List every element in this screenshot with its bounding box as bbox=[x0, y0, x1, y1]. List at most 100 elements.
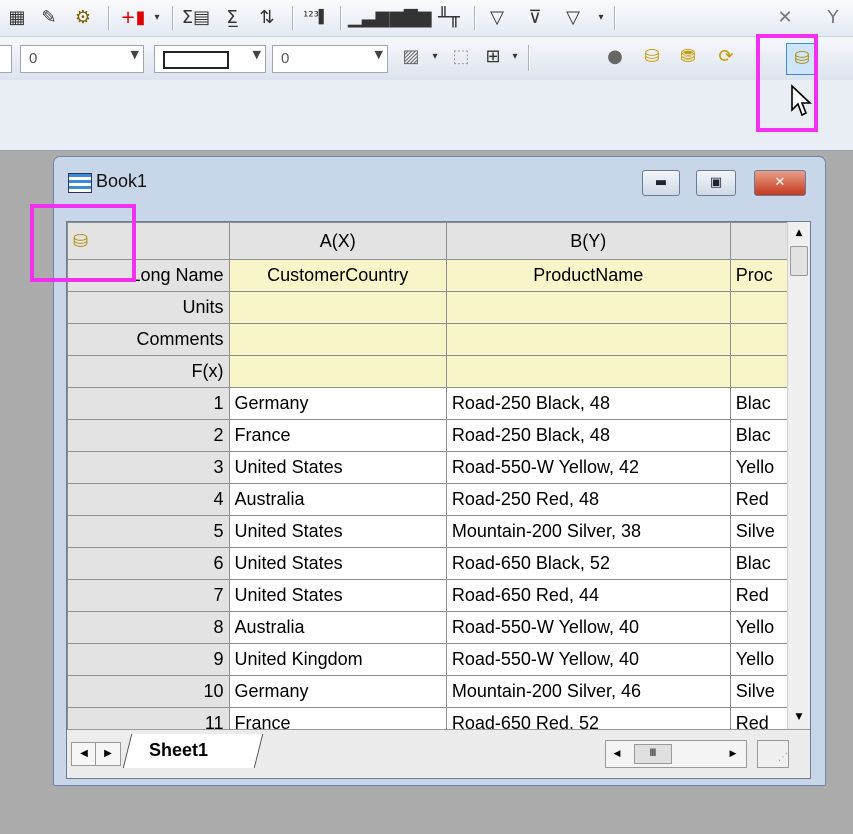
row-number[interactable]: 4 bbox=[67, 483, 230, 516]
pattern-icon[interactable]: ▨ bbox=[394, 43, 428, 71]
cell-country[interactable]: Australia bbox=[228, 611, 447, 644]
row-number[interactable]: 3 bbox=[67, 451, 230, 484]
sort-icon[interactable]: ⇅ bbox=[252, 4, 282, 32]
cell-country[interactable]: United States bbox=[228, 547, 447, 580]
db-refresh-icon[interactable]: ⟳ bbox=[710, 43, 742, 71]
resize-grip-icon[interactable]: ⋰ bbox=[757, 740, 789, 768]
merge-cells-icon[interactable]: ⊞ bbox=[478, 43, 508, 71]
cell-product[interactable]: Road-550-W Yellow, 40 bbox=[445, 611, 731, 644]
statistics-icon[interactable]: Σ̲ bbox=[216, 4, 248, 32]
long-name-cell[interactable]: ProductName bbox=[445, 259, 731, 292]
stat-chart-icon[interactable]: ╨╥ bbox=[432, 4, 466, 32]
cell-product[interactable]: Mountain-200 Silver, 46 bbox=[445, 675, 731, 708]
filter-icon[interactable]: ▽ bbox=[482, 4, 512, 32]
row-number[interactable]: 10 bbox=[67, 675, 230, 708]
next-sheet-icon[interactable]: ▶ bbox=[95, 742, 121, 766]
row-number[interactable]: 5 bbox=[67, 515, 230, 548]
cell-product[interactable]: Road-250 Black, 48 bbox=[445, 419, 731, 452]
long-name-cell[interactable]: CustomerCountry bbox=[228, 259, 447, 292]
cell-country[interactable]: United States bbox=[228, 579, 447, 612]
reapply-filter-icon[interactable]: ▽ bbox=[558, 4, 588, 32]
filter-y-icon[interactable]: Y bbox=[818, 4, 848, 32]
vertical-scrollbar[interactable]: ▲ ▼ bbox=[787, 222, 810, 730]
row-number[interactable]: 7 bbox=[67, 579, 230, 612]
restore-icon: ▣ bbox=[709, 175, 723, 190]
horizontal-scrollbar[interactable]: ◀ Ⅲ ▶ bbox=[605, 740, 747, 768]
horizontal-scroll-thumb[interactable]: Ⅲ bbox=[634, 744, 672, 764]
cell-country[interactable]: Germany bbox=[228, 387, 447, 420]
cell-country[interactable]: Australia bbox=[228, 483, 447, 516]
chevron-down-icon[interactable]: ▾ bbox=[428, 43, 442, 71]
scroll-down-icon[interactable]: ▼ bbox=[790, 708, 808, 726]
line-style-combo[interactable]: ▼ bbox=[154, 45, 266, 73]
line-width-combo[interactable]: 0 ▼ bbox=[272, 45, 388, 73]
partial-combo[interactable] bbox=[0, 45, 12, 73]
chevron-down-icon[interactable]: ▼ bbox=[375, 48, 383, 61]
column-chart-icon[interactable]: ▆▇▆ bbox=[390, 4, 432, 32]
sheet-tab-label[interactable]: Sheet1 bbox=[149, 740, 208, 761]
prev-sheet-icon[interactable]: ◀ bbox=[71, 742, 97, 766]
toolbar-options-icon[interactable]: ▾ bbox=[508, 43, 522, 71]
bar-chart-icon[interactable]: ▁▃▆ bbox=[348, 4, 390, 32]
cell-product[interactable]: Road-250 Black, 48 bbox=[445, 387, 731, 420]
row-label-units[interactable]: Units bbox=[67, 291, 230, 324]
db-open-icon[interactable]: ⛃ bbox=[672, 43, 704, 71]
cell-country[interactable]: United Kingdom bbox=[228, 643, 447, 676]
cell-product[interactable]: Road-550-W Yellow, 40 bbox=[445, 643, 731, 676]
border-icon[interactable]: ⬚ bbox=[446, 43, 476, 71]
worksheet-icon[interactable]: ▦ bbox=[4, 4, 30, 32]
db-query-icon[interactable]: ⛁ bbox=[636, 43, 668, 71]
row-number[interactable]: 1 bbox=[67, 387, 230, 420]
data-table: ⛁ A(X) B(Y) Long Name CustomerCountry Pr… bbox=[67, 222, 810, 740]
cell-product[interactable]: Road-250 Red, 48 bbox=[445, 483, 731, 516]
fx-cell[interactable] bbox=[445, 355, 731, 388]
workbook-icon bbox=[68, 173, 92, 193]
cell-product[interactable]: Road-650 Black, 52 bbox=[445, 547, 731, 580]
cell-product[interactable]: Mountain-200 Silver, 38 bbox=[445, 515, 731, 548]
column-header-row: ⛁ A(X) B(Y) bbox=[67, 222, 810, 260]
workbook-window[interactable]: Book1 ▬ ▣ ✕ ⛁ A(X) B(Y) Long Name Custom… bbox=[53, 156, 826, 786]
close-x-icon[interactable]: ✕ bbox=[770, 4, 800, 32]
toolbar-options-icon[interactable]: ▾ bbox=[594, 4, 608, 32]
chevron-down-icon[interactable]: ▼ bbox=[253, 48, 261, 61]
scroll-left-icon[interactable]: ◀ bbox=[608, 741, 626, 767]
chevron-down-icon[interactable]: ▼ bbox=[131, 48, 139, 61]
db-connector-icon[interactable]: ● bbox=[600, 43, 630, 71]
number-format-icon[interactable]: ¹²³▌ bbox=[300, 4, 332, 32]
row-label-fx[interactable]: F(x) bbox=[67, 355, 230, 388]
comments-cell[interactable] bbox=[228, 323, 447, 356]
add-column-icon[interactable]: +▮ bbox=[116, 4, 150, 32]
cell-country[interactable]: Germany bbox=[228, 675, 447, 708]
close-button[interactable]: ✕ bbox=[754, 170, 806, 196]
minimize-button[interactable]: ▬ bbox=[642, 170, 680, 196]
edit-icon[interactable]: ✎ bbox=[36, 4, 62, 32]
font-size-combo[interactable]: 0 ▼ bbox=[20, 45, 144, 73]
units-cell[interactable] bbox=[228, 291, 447, 324]
cell-country[interactable]: United States bbox=[228, 515, 447, 548]
cell-country[interactable]: United States bbox=[228, 451, 447, 484]
scroll-up-icon[interactable]: ▲ bbox=[790, 224, 808, 242]
gear-settings-icon[interactable]: ⚙ bbox=[68, 4, 98, 32]
units-cell[interactable] bbox=[445, 291, 731, 324]
column-header-a[interactable]: A(X) bbox=[228, 222, 447, 260]
cell-product[interactable]: Road-550-W Yellow, 42 bbox=[445, 451, 731, 484]
worksheet-grid[interactable]: ⛁ A(X) B(Y) Long Name CustomerCountry Pr… bbox=[66, 221, 811, 779]
minimize-icon: ▬ bbox=[654, 175, 668, 190]
restore-button[interactable]: ▣ bbox=[696, 170, 736, 196]
remove-filter-icon[interactable]: ⊽ bbox=[520, 4, 550, 32]
row-label-comments[interactable]: Comments bbox=[67, 323, 230, 356]
scroll-right-icon[interactable]: ▶ bbox=[724, 741, 742, 767]
sum-icon[interactable]: Σ▤ bbox=[180, 4, 212, 32]
scroll-thumb[interactable] bbox=[790, 246, 808, 276]
column-header-b[interactable]: B(Y) bbox=[445, 222, 731, 260]
fx-cell[interactable] bbox=[228, 355, 447, 388]
comments-cell[interactable] bbox=[445, 323, 731, 356]
row-number[interactable]: 9 bbox=[67, 643, 230, 676]
row-number[interactable]: 6 bbox=[67, 547, 230, 580]
cell-country[interactable]: France bbox=[228, 419, 447, 452]
cell-product[interactable]: Road-650 Red, 44 bbox=[445, 579, 731, 612]
row-number[interactable]: 8 bbox=[67, 611, 230, 644]
window-title: Book1 bbox=[96, 171, 148, 191]
row-number[interactable]: 2 bbox=[67, 419, 230, 452]
toolbar-options-icon[interactable]: ▾ bbox=[150, 4, 164, 32]
